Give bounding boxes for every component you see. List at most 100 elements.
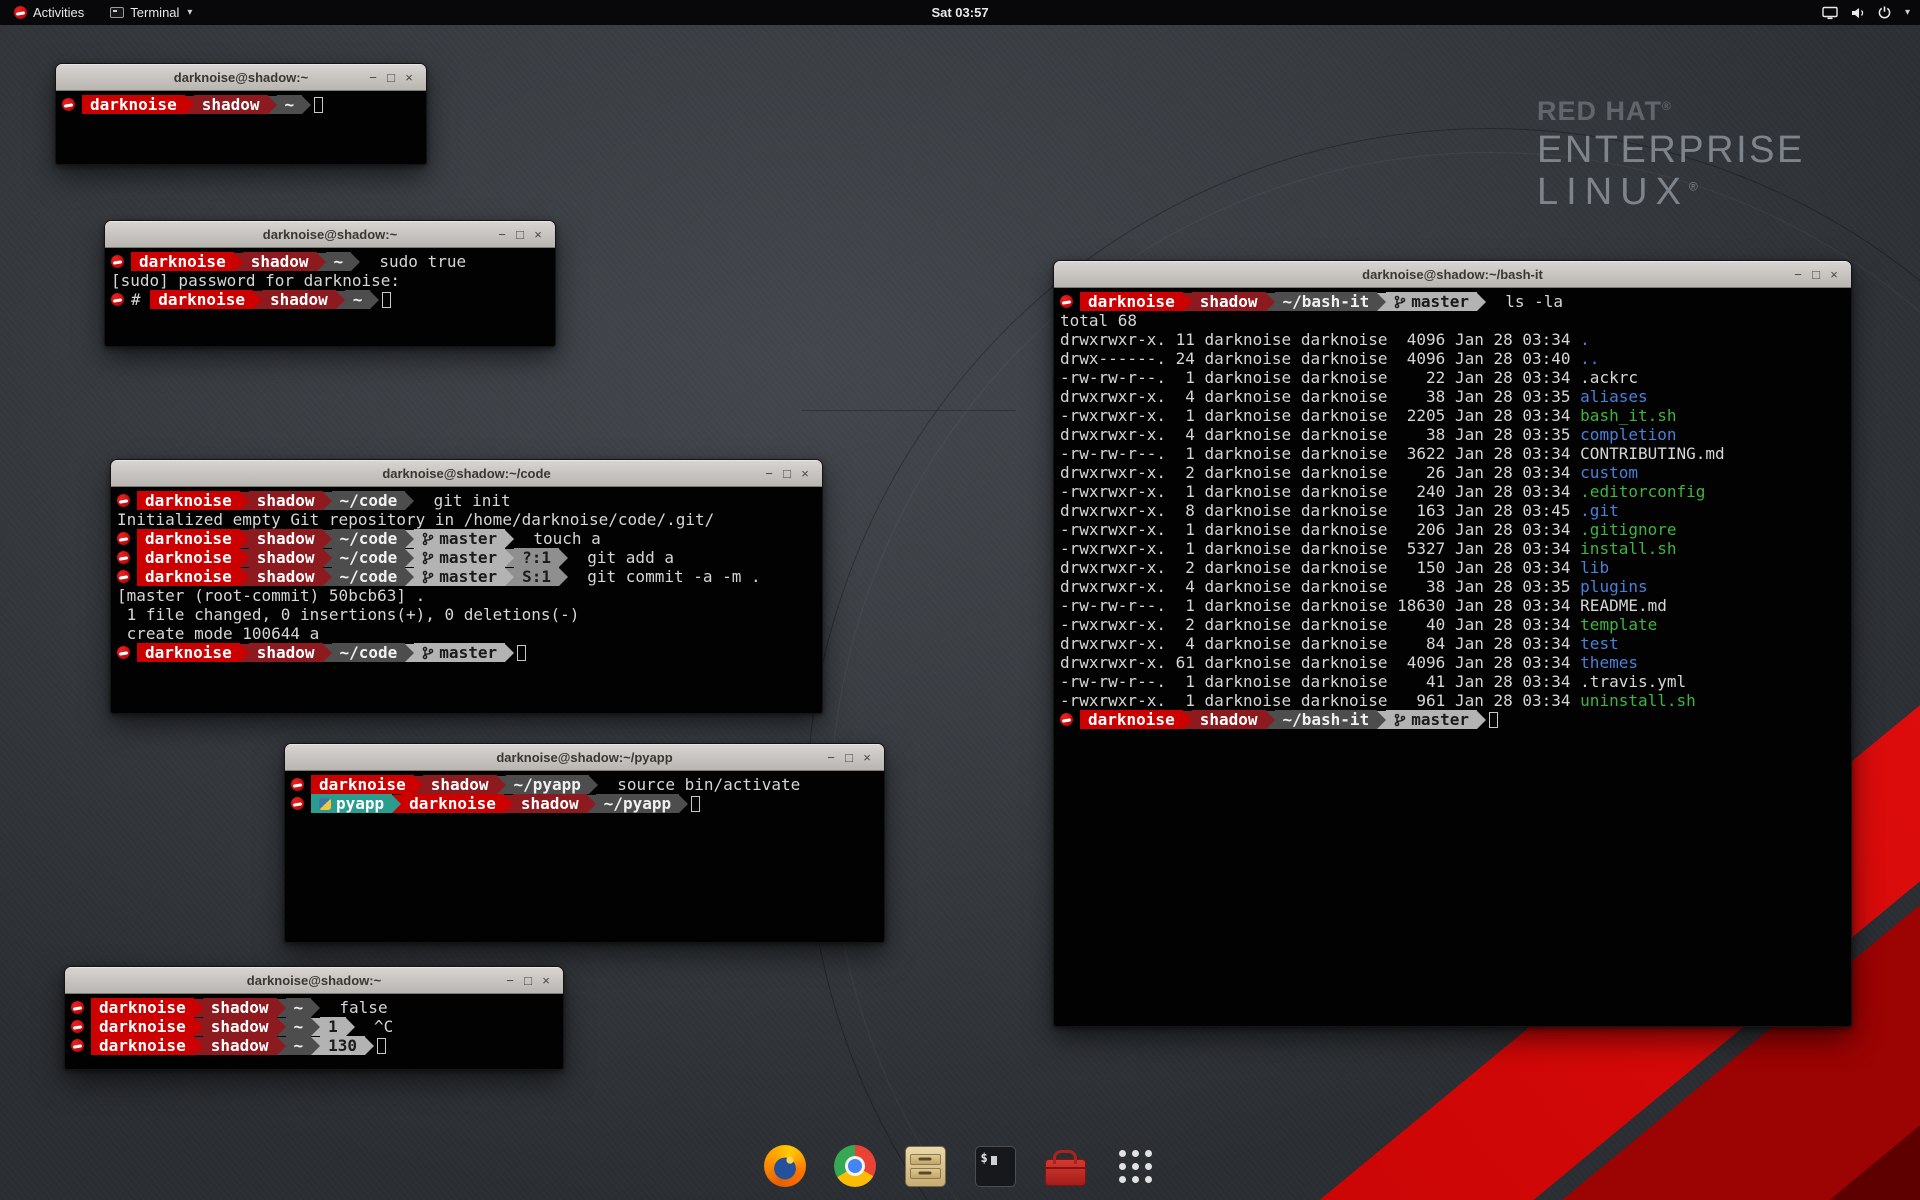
window-titlebar[interactable]: darknoise@shadow:~/bash-it − □ × <box>1054 261 1851 288</box>
prompt-segment: shadow <box>249 567 323 586</box>
powerline-arrow-icon <box>505 530 514 548</box>
maximize-button[interactable]: □ <box>1807 261 1825 288</box>
minimize-button[interactable]: − <box>822 744 840 771</box>
terminal-line: darknoiseshadow~1 ^C <box>71 1017 563 1036</box>
dock-files[interactable] <box>901 1142 949 1190</box>
activities-button[interactable]: Activities <box>10 0 88 25</box>
terminal-line: -rw-rw-r--. 1 darknoise darknoise 18630 … <box>1060 596 1851 615</box>
dock: $ <box>761 1142 1159 1190</box>
terminal-line: -rwxrwxr-x. 1 darknoise darknoise 2205 J… <box>1060 406 1851 425</box>
terminal-text: .editorconfig <box>1580 482 1705 501</box>
terminal-text: aliases <box>1580 387 1647 406</box>
prompt-segment: ~/code <box>332 548 406 567</box>
terminal-content[interactable]: darknoiseshadow~ <box>56 91 426 164</box>
dock-toolbox[interactable] <box>1041 1142 1089 1190</box>
terminal-text: drwxrwxr-x. 4 darknoise darknoise 38 Jan… <box>1060 425 1580 444</box>
terminal-content[interactable]: darknoiseshadow~ sudo true[sudo] passwor… <box>105 248 555 346</box>
terminal-cursor <box>1489 712 1498 728</box>
powerline-arrow-icon <box>194 1037 203 1055</box>
prompt-segment: shadow <box>249 548 323 567</box>
terminal-line: drwxrwxr-x. 4 darknoise darknoise 38 Jan… <box>1060 387 1851 406</box>
prompt-segment: ~/bash-it <box>1275 710 1378 729</box>
terminal-text: ^C <box>355 1017 394 1036</box>
terminal-line: darknoiseshadow~/bash-itmaster ls -la <box>1060 292 1851 311</box>
terminal-text: drwxrwxr-x. 4 darknoise darknoise 38 Jan… <box>1060 387 1580 406</box>
rhel-logo-linux: LINUX® <box>1537 173 1805 211</box>
close-button[interactable]: × <box>1825 261 1843 288</box>
maximize-button[interactable]: □ <box>519 967 537 994</box>
terminal-text: drwxrwxr-x. 61 darknoise darknoise 4096 … <box>1060 653 1580 672</box>
powerline-arrow-icon <box>505 549 514 567</box>
prompt-segment: darknoise <box>91 1017 194 1036</box>
close-button[interactable]: × <box>529 221 547 248</box>
rhel-logo-redhat: RED HAT® <box>1537 98 1805 125</box>
powerline-arrow-icon <box>1477 293 1486 311</box>
minimize-button[interactable]: − <box>1789 261 1807 288</box>
close-button[interactable]: × <box>537 967 555 994</box>
dock-chrome[interactable] <box>831 1142 879 1190</box>
git-branch-icon <box>422 551 434 565</box>
terminal-content[interactable]: darknoiseshadow~/bash-itmaster ls -latot… <box>1054 288 1851 1026</box>
prompt-segment: 130 <box>320 1036 365 1055</box>
terminal-text: -rwxrwxr-x. 2 darknoise darknoise 40 Jan… <box>1060 615 1580 634</box>
powerline-arrow-icon <box>346 1018 355 1036</box>
dock-terminal[interactable]: $ <box>971 1142 1019 1190</box>
terminal-text: .ackrc <box>1580 368 1638 387</box>
maximize-button[interactable]: □ <box>778 460 796 487</box>
terminal-content[interactable]: darknoiseshadow~/code git initInitialize… <box>111 487 822 713</box>
terminal-text: README.md <box>1580 596 1667 615</box>
terminal-content[interactable]: darknoiseshadow~ falsedarknoiseshadow~1 … <box>65 994 563 1069</box>
maximize-button[interactable]: □ <box>840 744 858 771</box>
prompt-segment: darknoise <box>91 998 194 1017</box>
terminal-window-home-1: darknoise@shadow:~ − □ × darknoiseshadow… <box>55 63 427 165</box>
minimize-button[interactable]: − <box>493 221 511 248</box>
powerline-arrow-icon <box>405 492 414 510</box>
toolbox-icon <box>1045 1159 1086 1186</box>
close-button[interactable]: × <box>796 460 814 487</box>
dock-show-apps[interactable] <box>1111 1142 1159 1190</box>
terminal-text: drwxrwxr-x. 2 darknoise darknoise 26 Jan… <box>1060 463 1580 482</box>
terminal-text: ls -la <box>1486 292 1563 311</box>
terminal-text: # <box>131 290 150 309</box>
redhat-icon <box>111 293 124 306</box>
terminal-text: source bin/activate <box>598 775 800 794</box>
app-menu-terminal[interactable]: Terminal ▾ <box>106 0 196 25</box>
powerline-arrow-icon <box>240 492 249 510</box>
minimize-button[interactable]: − <box>364 64 382 91</box>
close-button[interactable]: × <box>858 744 876 771</box>
window-title: darknoise@shadow:~ <box>174 70 308 85</box>
clock[interactable]: Sat 03:57 <box>931 5 988 20</box>
window-titlebar[interactable]: darknoise@shadow:~/pyapp − □ × <box>285 744 884 771</box>
powerline-arrow-icon <box>679 795 688 813</box>
system-status-area[interactable]: ▾ <box>1822 0 1910 25</box>
terminal-line: darknoiseshadow~/pyapp source bin/activa… <box>291 775 884 794</box>
terminal-line: darknoiseshadow~130 <box>71 1036 563 1055</box>
powerline-arrow-icon <box>1183 711 1192 729</box>
powerline-arrow-icon <box>370 291 379 309</box>
volume-icon <box>1850 5 1866 21</box>
window-titlebar[interactable]: darknoise@shadow:~ − □ × <box>65 967 563 994</box>
powerline-arrow-icon <box>336 291 345 309</box>
close-button[interactable]: × <box>400 64 418 91</box>
powerline-arrow-icon <box>392 795 401 813</box>
terminal-line: [sudo] password for darknoise: <box>111 271 555 290</box>
powerline-arrow-icon <box>311 1037 320 1055</box>
prompt-segment: shadow <box>249 491 323 510</box>
window-titlebar[interactable]: darknoise@shadow:~ − □ × <box>105 221 555 248</box>
minimize-button[interactable]: − <box>501 967 519 994</box>
window-titlebar[interactable]: darknoise@shadow:~ − □ × <box>56 64 426 91</box>
prompt-segment: shadow <box>203 1017 277 1036</box>
powerline-arrow-icon <box>1266 711 1275 729</box>
terminal-line: -rw-rw-r--. 1 darknoise darknoise 41 Jan… <box>1060 672 1851 691</box>
maximize-button[interactable]: □ <box>511 221 529 248</box>
window-titlebar[interactable]: darknoise@shadow:~/code − □ × <box>111 460 822 487</box>
terminal-text: test <box>1580 634 1619 653</box>
minimize-button[interactable]: − <box>760 460 778 487</box>
terminal-content[interactable]: darknoiseshadow~/pyapp source bin/activa… <box>285 771 884 942</box>
desktop[interactable]: RED HAT® ENTERPRISE LINUX® Activities Te… <box>0 0 1920 1200</box>
terminal-text: total 68 <box>1060 311 1137 330</box>
terminal-text: git init <box>414 491 510 510</box>
powerline-arrow-icon <box>234 253 243 271</box>
maximize-button[interactable]: □ <box>382 64 400 91</box>
dock-firefox[interactable] <box>761 1142 809 1190</box>
